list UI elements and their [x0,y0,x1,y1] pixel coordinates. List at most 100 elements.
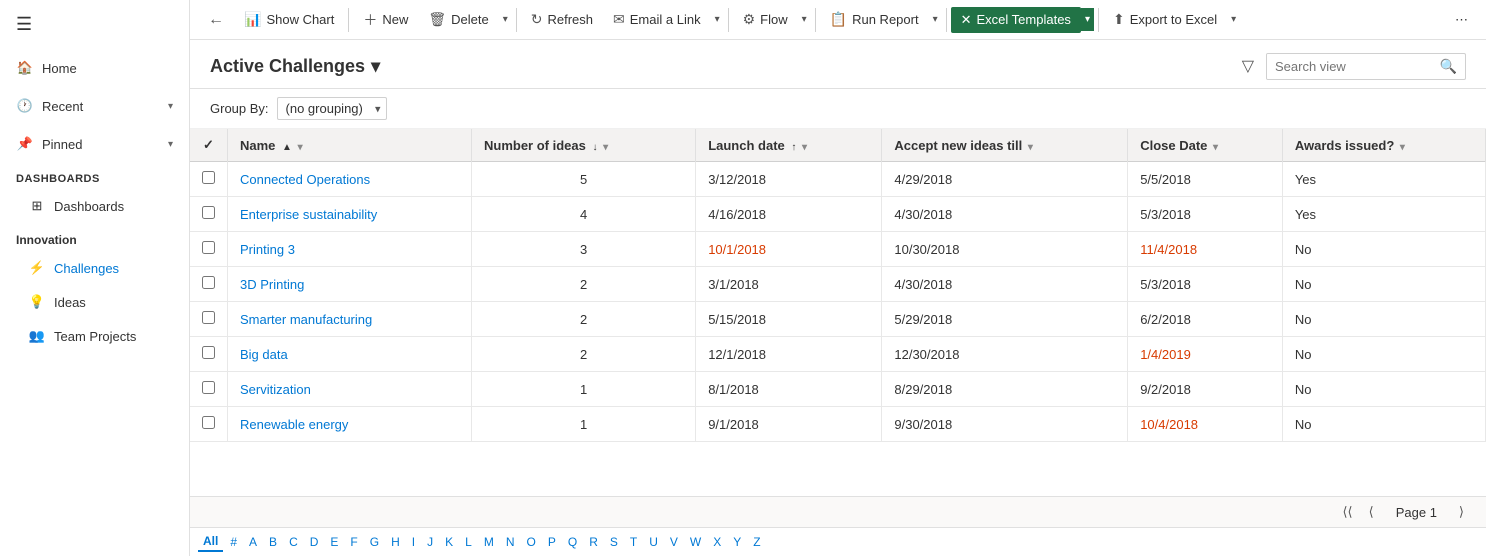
awards-column-header[interactable]: Awards issued? ▾ [1282,129,1485,162]
row-checkbox[interactable] [190,197,228,232]
run-report-button[interactable]: 📋 Run Report [820,5,929,34]
row-select-checkbox[interactable] [202,206,215,219]
title-chevron-icon[interactable]: ▾ [371,56,380,77]
alphabet-filter-k[interactable]: K [440,533,458,551]
run-report-chevron[interactable]: ▾ [929,8,942,31]
row-checkbox[interactable] [190,407,228,442]
challenge-name-link[interactable]: Printing 3 [240,242,295,257]
select-all-checkbox[interactable]: ✓ [203,137,214,152]
alphabet-filter-p[interactable]: P [543,533,561,551]
alphabet-filter-c[interactable]: C [284,533,303,551]
sidebar-item-team-projects[interactable]: 👥 Team Projects [0,319,189,353]
alphabet-filter-l[interactable]: L [460,533,477,551]
launch-date-column-header[interactable]: Launch date ↑ ▾ [696,129,882,162]
alphabet-filter-v[interactable]: V [665,533,683,551]
sidebar-item-recent[interactable]: 🕐 Recent ▾ [0,87,189,125]
show-chart-button[interactable]: 📊 Show Chart [234,5,344,34]
close-date-column-header[interactable]: Close Date ▾ [1128,129,1283,162]
row-select-checkbox[interactable] [202,381,215,394]
export-excel-button[interactable]: ⬆ Export to Excel [1103,5,1227,34]
alphabet-filter-all[interactable]: All [198,532,223,552]
num-ideas-filter-icon[interactable]: ▾ [603,142,608,153]
checkbox-col-header[interactable]: ✓ [190,129,228,162]
sidebar-item-ideas[interactable]: 💡 Ideas [0,285,189,319]
delete-button[interactable]: 🗑 Delete [418,5,498,34]
new-button[interactable]: ＋ New [353,4,418,36]
search-button[interactable]: 🔍 [1432,54,1465,79]
next-page-button[interactable]: ⟩ [1453,501,1470,523]
accept-ideas-filter-icon[interactable]: ▾ [1028,142,1033,153]
row-select-checkbox[interactable] [202,346,215,359]
prev-page-button[interactable]: ⟨ [1363,501,1380,523]
back-button[interactable]: ← [198,5,234,35]
alphabet-filter-j[interactable]: J [422,533,438,551]
alphabet-filter-#[interactable]: # [225,533,242,551]
launch-date-filter-icon[interactable]: ▾ [802,142,807,153]
challenge-name-link[interactable]: Servitization [240,382,311,397]
search-input[interactable] [1267,54,1432,79]
challenge-name-link[interactable]: 3D Printing [240,277,304,292]
alphabet-filter-w[interactable]: W [685,533,706,551]
row-select-checkbox[interactable] [202,311,215,324]
alphabet-filter-b[interactable]: B [264,533,282,551]
refresh-button[interactable]: ↻ Refresh [521,5,603,34]
awards-filter-icon[interactable]: ▾ [1400,142,1405,153]
alphabet-filter-t[interactable]: T [625,533,642,551]
num-ideas-column-header[interactable]: Number of ideas ↓ ▾ [471,129,695,162]
group-by-select[interactable]: (no grouping) [277,97,387,120]
sidebar-item-home[interactable]: 🏠 Home [0,49,189,87]
alphabet-filter-a[interactable]: A [244,533,262,551]
email-link-chevron[interactable]: ▾ [711,8,724,31]
alphabet-filter-u[interactable]: U [644,533,663,551]
filter-icon[interactable]: ▽ [1238,52,1258,80]
row-select-checkbox[interactable] [202,276,215,289]
alphabet-filter-o[interactable]: O [522,533,541,551]
row-checkbox[interactable] [190,372,228,407]
row-checkbox[interactable] [190,162,228,197]
alphabet-filter-d[interactable]: D [305,533,324,551]
alphabet-filter-e[interactable]: E [325,533,343,551]
alphabet-filter-z[interactable]: Z [748,533,765,551]
name-filter-icon[interactable]: ▾ [298,142,303,153]
alphabet-filter-q[interactable]: Q [563,533,582,551]
alphabet-filter-x[interactable]: X [708,533,726,551]
alphabet-filter-y[interactable]: Y [728,533,746,551]
sidebar-item-dashboards[interactable]: ⊞ Dashboards [0,189,189,223]
more-menu-button[interactable]: ⋯ [1445,6,1478,34]
excel-templates-button[interactable]: ✕ Excel Templates [951,7,1081,33]
challenge-name-link[interactable]: Connected Operations [240,172,370,187]
row-checkbox[interactable] [190,302,228,337]
challenge-name-link[interactable]: Enterprise sustainability [240,207,377,222]
alphabet-filter-m[interactable]: M [479,533,499,551]
alphabet-filter-i[interactable]: I [407,533,420,551]
row-checkbox[interactable] [190,232,228,267]
name-column-header[interactable]: Name ▲ ▾ [228,129,472,162]
close-date-filter-icon[interactable]: ▾ [1213,142,1218,153]
email-link-button[interactable]: ✉ Email a Link [603,5,711,34]
export-chevron[interactable]: ▾ [1227,8,1240,31]
row-checkbox[interactable] [190,337,228,372]
challenge-name-link[interactable]: Renewable energy [240,417,348,432]
more-actions-chevron[interactable]: ▾ [499,8,512,31]
sidebar-item-pinned[interactable]: 📌 Pinned ▾ [0,125,189,163]
first-page-button[interactable]: ⟨⟨ [1336,501,1358,523]
alphabet-filter-g[interactable]: G [365,533,384,551]
alphabet-filter-f[interactable]: F [345,533,362,551]
row-select-checkbox[interactable] [202,416,215,429]
alphabet-filter-r[interactable]: R [584,533,603,551]
hamburger-icon[interactable]: ☰ [0,0,189,49]
alphabet-filter-s[interactable]: S [605,533,623,551]
challenge-name-link[interactable]: Smarter manufacturing [240,312,372,327]
flow-chevron[interactable]: ▾ [798,8,811,31]
section-innovation: Innovation [0,223,189,251]
sidebar-item-challenges[interactable]: ⚡ Challenges [0,251,189,285]
challenge-name-link[interactable]: Big data [240,347,288,362]
alphabet-filter-h[interactable]: H [386,533,405,551]
flow-button[interactable]: ⚙ Flow [733,5,798,34]
row-checkbox[interactable] [190,267,228,302]
alphabet-filter-n[interactable]: N [501,533,520,551]
accept-ideas-column-header[interactable]: Accept new ideas till ▾ [882,129,1128,162]
row-select-checkbox[interactable] [202,171,215,184]
row-select-checkbox[interactable] [202,241,215,254]
excel-templates-chevron[interactable]: ▾ [1081,8,1094,31]
